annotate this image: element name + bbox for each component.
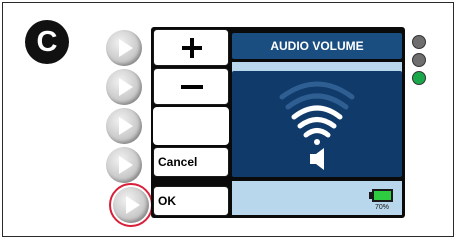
ok-label: OK xyxy=(158,194,176,208)
blank-key xyxy=(153,107,229,145)
play-arrow-icon xyxy=(119,117,133,135)
indicator-led-3 xyxy=(412,71,426,85)
ok-highlight-ring xyxy=(109,183,153,227)
minus-icon xyxy=(181,85,203,89)
side-button-1[interactable] xyxy=(106,30,142,66)
indicator-led-1 xyxy=(412,35,426,49)
volume-panel xyxy=(232,71,402,177)
side-button-3[interactable] xyxy=(106,108,142,144)
plus-icon-stem xyxy=(190,38,194,58)
side-button-2[interactable] xyxy=(106,69,142,105)
cancel-key[interactable]: Cancel xyxy=(153,147,229,177)
play-arrow-icon xyxy=(119,78,133,96)
screen-title: AUDIO VOLUME xyxy=(270,39,364,53)
battery-percentage: 70% xyxy=(374,204,389,211)
screen-title-bar: AUDIO VOLUME xyxy=(232,33,402,59)
decrease-volume-key[interactable]: − xyxy=(153,68,229,105)
side-button-4[interactable] xyxy=(106,147,142,183)
play-arrow-icon xyxy=(119,156,133,174)
indicator-led-2 xyxy=(412,53,426,67)
speaker-icon xyxy=(310,148,324,170)
increase-volume-key[interactable]: + xyxy=(153,29,229,66)
battery-icon xyxy=(369,189,393,202)
cancel-label: Cancel xyxy=(158,155,198,169)
figure-label: C xyxy=(25,20,69,64)
ok-key[interactable]: OK xyxy=(153,186,229,216)
play-arrow-icon xyxy=(119,39,133,57)
